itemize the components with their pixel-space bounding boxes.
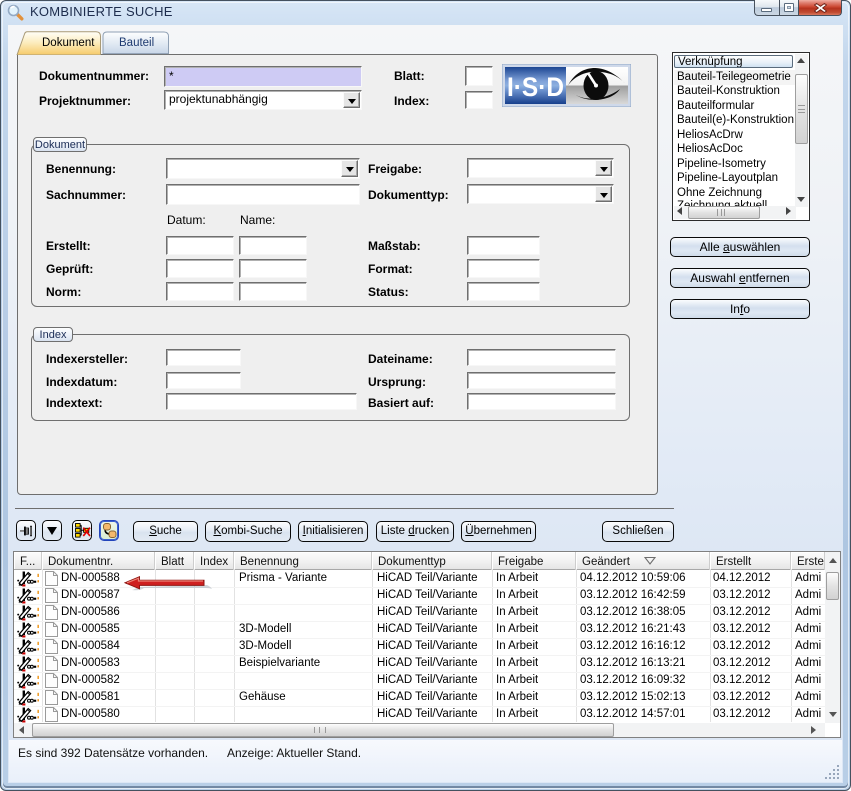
svg-text:I·S·D: I·S·D (507, 72, 564, 102)
